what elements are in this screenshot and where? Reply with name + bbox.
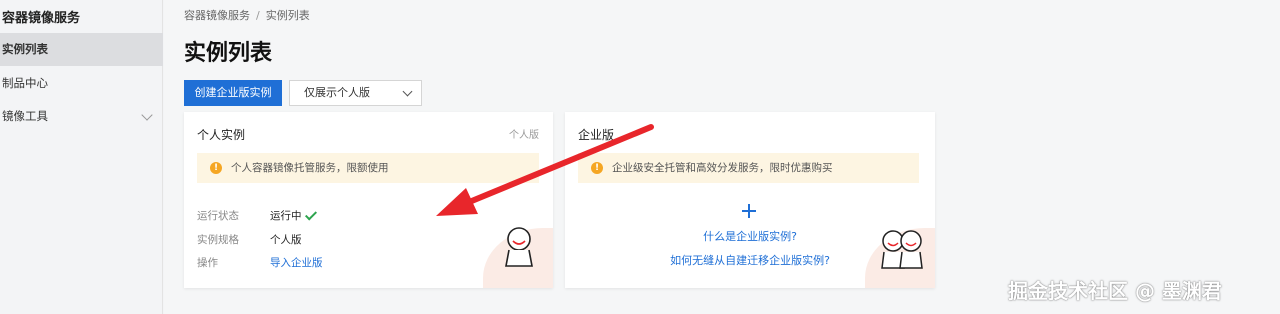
instance-filter-select[interactable]: 仅展示个人版 xyxy=(289,80,422,106)
chevron-down-icon xyxy=(402,86,413,97)
warning-icon: ! xyxy=(591,162,603,174)
notice-banner: ! 个人容器镜像托管服务，限额使用 xyxy=(197,153,539,183)
edition-tag: 个人版 xyxy=(509,130,539,141)
sidebar-title: 容器镜像服务 xyxy=(2,11,81,26)
check-icon xyxy=(304,208,317,221)
sidebar: 容器镜像服务 实例列表 制品中心 镜像工具 xyxy=(0,0,163,314)
status-text: 运行中 xyxy=(270,210,302,222)
chevron-down-icon xyxy=(141,109,153,121)
notice-text: 个人容器镜像托管服务，限额使用 xyxy=(231,162,389,174)
watermark: 掘金技术社区 @ 墨渊君 xyxy=(1008,279,1222,303)
sidebar-item-image-tools[interactable]: 镜像工具 xyxy=(0,100,163,133)
sidebar-item-label: 制品中心 xyxy=(2,76,48,90)
sidebar-item-artifacts[interactable]: 制品中心 xyxy=(0,67,163,100)
page-title: 实例列表 xyxy=(184,41,273,66)
card-title: 个人实例 xyxy=(197,128,246,142)
action-label: 操作 xyxy=(197,257,218,269)
breadcrumb: 容器镜像服务 / 实例列表 xyxy=(184,7,310,23)
plus-icon[interactable] xyxy=(742,204,756,218)
breadcrumb-separator: / xyxy=(256,9,260,22)
person-illustration-icon xyxy=(505,227,533,267)
breadcrumb-root[interactable]: 容器镜像服务 xyxy=(184,9,250,22)
warning-icon: ! xyxy=(210,162,222,174)
status-value: 运行中 xyxy=(270,208,317,223)
filter-select-value: 仅展示个人版 xyxy=(304,86,370,99)
status-label: 运行状态 xyxy=(197,210,239,222)
notice-banner: ! 企业级安全托管和高效分发服务，限时优惠购买 xyxy=(578,153,919,183)
import-enterprise-link[interactable]: 导入企业版 xyxy=(270,255,323,270)
sidebar-item-instances[interactable]: 实例列表 xyxy=(0,33,163,66)
main-content: 容器镜像服务 / 实例列表 实例列表 创建企业版实例 仅展示个人版 个人实例 个人版… xyxy=(164,0,1280,314)
spec-label: 实例规格 xyxy=(197,234,239,246)
personal-instance-card: 个人实例 个人版 ! 个人容器镜像托管服务，限额使用 运行状态 运行中 实例规格… xyxy=(184,112,553,288)
create-enterprise-instance-button[interactable]: 创建企业版实例 xyxy=(184,80,282,106)
spec-value: 个人版 xyxy=(270,234,302,246)
card-title: 企业版 xyxy=(578,128,615,142)
team-illustration-icon xyxy=(881,230,923,269)
sidebar-item-label: 镜像工具 xyxy=(2,109,48,123)
enterprise-instance-card: 企业版 ! 企业级安全托管和高效分发服务，限时优惠购买 什么是企业版实例? 如何… xyxy=(565,112,935,288)
notice-text: 企业级安全托管和高效分发服务，限时优惠购买 xyxy=(612,162,833,174)
breadcrumb-current: 实例列表 xyxy=(265,9,310,22)
sidebar-item-label: 实例列表 xyxy=(2,42,48,56)
